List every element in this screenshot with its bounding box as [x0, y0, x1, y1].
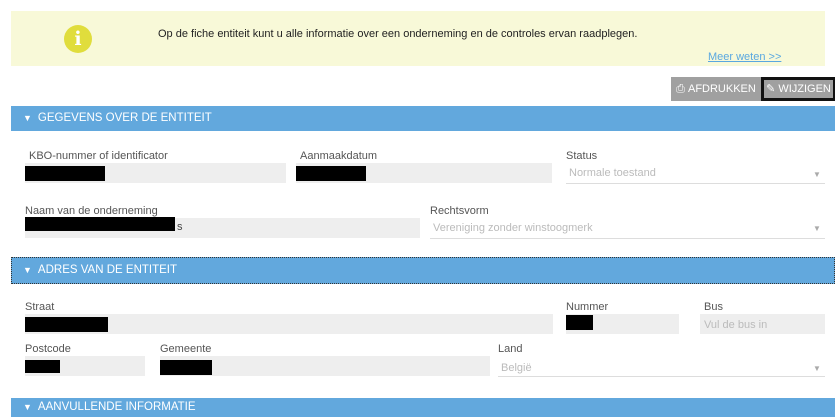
info-icon: i — [64, 25, 92, 53]
postcode-redacted — [25, 360, 60, 373]
legal-form-chevron-icon: ▼ — [813, 224, 821, 233]
status-value: Normale toestand — [569, 167, 656, 179]
section-extra-header[interactable]: ▼ AANVULLENDE INFORMATIE — [11, 398, 835, 417]
section-entity-title: GEGEVENS OVER DE ENTITEIT — [37, 112, 212, 124]
legal-form-value: Vereniging zonder winstoogmerk — [433, 222, 593, 234]
section-extra-title: AANVULLENDE INFORMATIE — [37, 401, 196, 413]
legal-form-label: Rechtsvorm — [430, 205, 489, 217]
status-label: Status — [566, 150, 598, 162]
postcode-label: Postcode — [25, 343, 71, 355]
caret-down-icon: ▼ — [23, 113, 32, 123]
bus-label: Bus — [704, 301, 723, 313]
print-label: AFDRUKKEN — [687, 83, 756, 95]
country-chevron-icon: ▼ — [813, 364, 821, 373]
kbo-label: KBO-nummer of identificator — [29, 150, 168, 162]
country-value: België — [501, 362, 532, 374]
print-icon: ⎙ — [676, 83, 685, 95]
street-label: Straat — [25, 301, 55, 313]
number-redacted — [566, 315, 593, 330]
section-entity-header[interactable]: ▼ GEGEVENS OVER DE ENTITEIT — [11, 106, 835, 131]
edit-button[interactable]: ✎ WIJZIGEN — [761, 77, 835, 101]
created-label: Aanmaakdatum — [300, 150, 378, 162]
kbo-redacted — [25, 166, 105, 181]
company-name-suffix: s — [177, 221, 183, 233]
bus-placeholder: Vul de bus in — [704, 319, 768, 331]
caret-down-icon: ▼ — [23, 265, 32, 275]
more-info-link[interactable]: Meer weten >> — [708, 51, 781, 63]
print-button[interactable]: ⎙ AFDRUKKEN — [671, 77, 761, 101]
city-label: Gemeente — [160, 343, 212, 355]
street-redacted — [25, 317, 108, 332]
info-message: Op de fiche entiteit kunt u alle informa… — [158, 28, 638, 40]
section-address-header[interactable]: ▼ ADRES VAN DE ENTITEIT — [11, 257, 835, 284]
country-select[interactable] — [498, 356, 825, 377]
caret-down-icon: ▼ — [23, 402, 32, 412]
created-redacted — [296, 166, 366, 181]
edit-label: WIJZIGEN — [778, 83, 831, 95]
company-name-redacted — [25, 217, 175, 231]
section-address-title: ADRES VAN DE ENTITEIT — [37, 264, 178, 276]
company-name-label: Naam van de onderneming — [25, 205, 158, 217]
city-redacted — [160, 360, 212, 375]
pencil-icon: ✎ — [766, 83, 776, 95]
status-chevron-icon: ▼ — [813, 170, 821, 179]
country-label: Land — [498, 343, 523, 355]
number-label: Nummer — [566, 301, 609, 313]
